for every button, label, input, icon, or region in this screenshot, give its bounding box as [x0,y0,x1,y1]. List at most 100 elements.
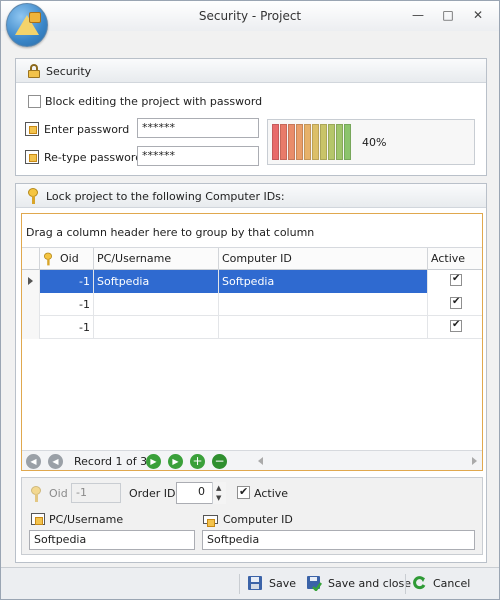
add-record-icon[interactable]: + [190,454,205,469]
separator [405,574,406,594]
cell-computer-id[interactable] [218,293,427,316]
order-id-spinner[interactable]: ▲ ▼ [212,482,226,504]
oid-field: -1 [71,483,121,503]
record-navigator: ◀ ◀ Record 1 of 3 ▶ ▶ + − [22,450,482,470]
order-id-label: Order ID [129,487,176,500]
cell-oid[interactable]: -1 [39,316,93,339]
action-bar: Save Save and close Cancel [1,567,499,599]
cancel-button[interactable]: Cancel [411,574,471,594]
spin-down-icon[interactable]: ▼ [216,494,221,502]
scroll-left-icon[interactable] [258,457,263,465]
column-header-pc-username[interactable]: PC/Username [93,248,218,270]
cancel-label: Cancel [433,577,471,590]
detail-pc-username-field[interactable]: Softpedia [29,530,195,550]
row-indicator-header [22,248,39,270]
enter-password-field[interactable]: ****** [137,118,259,138]
active-checkbox[interactable] [450,273,462,286]
computer-ids-grid: Drag a column header here to group by th… [21,213,483,471]
retype-password-label: Re-type password [44,151,143,164]
delete-record-icon[interactable]: − [212,454,227,469]
save-close-icon [306,575,323,592]
first-record-icon[interactable]: ◀ [26,454,41,469]
grid-header: Oid PC/Username Computer ID Active [22,248,482,270]
cell-active[interactable] [427,293,482,316]
group-by-hint: Drag a column header here to group by th… [26,226,315,239]
detail-active-checkbox[interactable] [237,485,250,499]
cell-computer-id[interactable] [218,316,427,339]
column-header-oid[interactable]: Oid [39,248,93,270]
block-editing-checkbox[interactable] [28,95,41,108]
strength-bar [336,124,343,160]
strength-bar [288,124,295,160]
spin-up-icon[interactable]: ▲ [216,484,221,492]
prev-record-icon[interactable]: ◀ [48,454,63,469]
retype-password-field[interactable]: ****** [137,146,259,166]
key-icon [28,188,38,204]
key-icon [31,486,41,502]
table-row[interactable]: -1 Softpedia Softpedia [22,270,482,293]
window: Security - Project — □ ✕ Security Block … [0,0,500,600]
column-header-active-label: Active [431,252,466,265]
column-header-pc-username-label: PC/Username [97,252,172,265]
cell-oid[interactable]: -1 [39,293,93,316]
row-indicator [22,293,39,316]
save-button[interactable]: Save [247,574,301,594]
close-button[interactable]: ✕ [469,7,487,23]
cell-active[interactable] [427,270,482,293]
title-bar: Security - Project — □ ✕ [1,1,499,31]
cancel-icon [411,575,427,591]
active-checkbox[interactable] [450,296,462,309]
strength-bar [320,124,327,160]
oid-label: Oid [49,487,68,500]
row-indicator [22,270,39,293]
group-by-panel[interactable]: Drag a column header here to group by th… [22,214,482,248]
cell-computer-id[interactable]: Softpedia [218,270,427,293]
password-strength-percent: 40% [362,136,387,149]
cell-active[interactable] [427,316,482,339]
strength-bar [296,124,303,160]
computer-id-field-icon [203,515,218,527]
active-checkbox[interactable] [450,319,462,332]
block-editing-label: Block editing the project with password [45,95,263,108]
strength-bar [328,124,335,160]
strength-bar [280,124,287,160]
key-icon [44,252,52,266]
minimize-button[interactable]: — [409,7,427,23]
column-header-computer-id[interactable]: Computer ID [218,248,427,270]
password-field-icon [25,150,39,164]
strength-bar [312,124,319,160]
detail-active-label: Active [254,487,289,500]
scroll-right-icon[interactable] [472,457,477,465]
save-and-close-button[interactable]: Save and close [306,574,411,594]
save-icon [247,575,263,591]
column-header-active[interactable]: Active [427,248,482,270]
strength-bar [304,124,311,160]
maximize-button[interactable]: □ [439,7,457,23]
separator [239,574,240,594]
password-field-icon [25,122,39,136]
app-logo-icon[interactable] [6,3,48,47]
strength-bar [344,124,351,160]
cell-oid[interactable]: -1 [39,270,93,293]
last-record-icon[interactable]: ▶ [168,454,183,469]
table-row[interactable]: -1 [22,293,482,316]
save-label: Save [269,577,297,590]
cell-pc-username[interactable]: Softpedia [93,270,218,293]
detail-computer-id-field[interactable]: Softpedia [202,530,475,550]
table-row[interactable]: -1 [22,316,482,339]
lock-icon [28,64,40,78]
row-indicator [22,316,39,339]
next-record-icon[interactable]: ▶ [146,454,161,469]
record-position: Record 1 of 3 [74,455,148,468]
security-header: Security [16,59,486,83]
detail-computer-id-label: Computer ID [223,513,293,526]
computer-ids-header: Lock project to the following Computer I… [16,184,486,208]
save-and-close-label: Save and close [328,577,412,590]
detail-pc-username-label: PC/Username [49,513,124,526]
column-header-computer-id-label: Computer ID [222,252,292,265]
cell-pc-username[interactable] [93,316,218,339]
cell-pc-username[interactable] [93,293,218,316]
username-field-icon [31,513,45,525]
computer-ids-header-label: Lock project to the following Computer I… [46,190,285,203]
strength-bar [272,124,279,160]
